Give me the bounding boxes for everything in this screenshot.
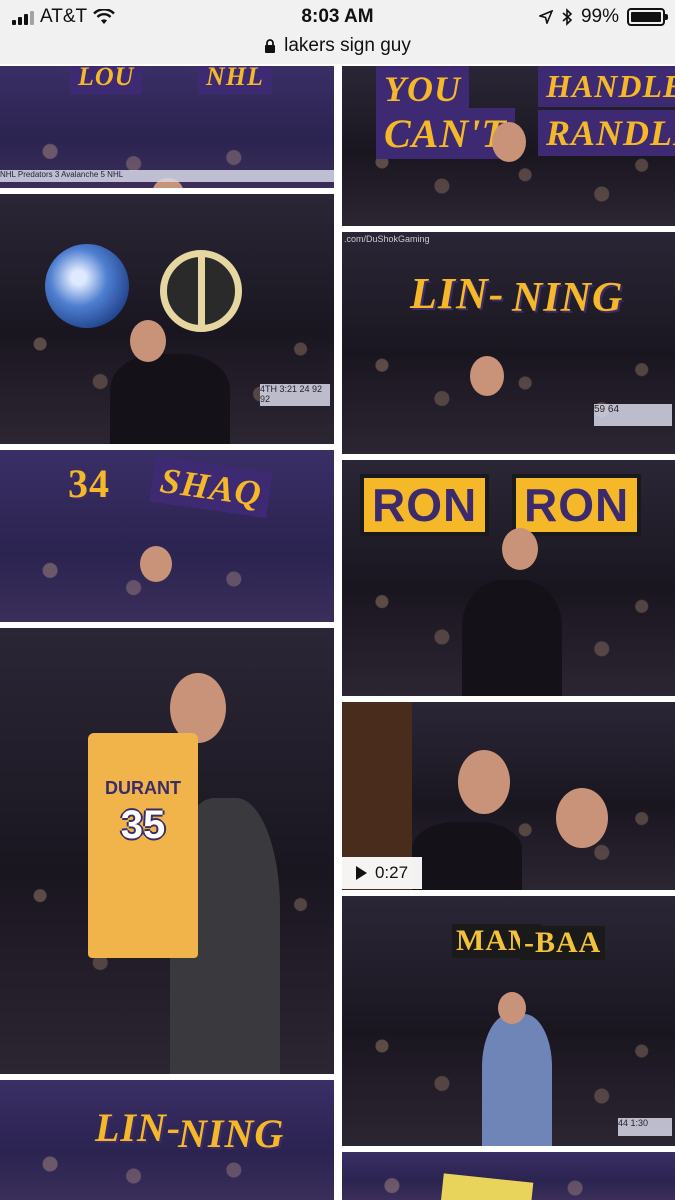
peace-sign — [160, 250, 242, 332]
search-query: lakers sign guy — [284, 35, 411, 56]
score-overlay: 4TH 3:21 24 92 92 — [260, 384, 330, 406]
watermark: .com/DuShokGaming — [344, 234, 430, 244]
result-image-11[interactable] — [342, 1152, 675, 1200]
sign-ron-left: RON — [360, 474, 490, 536]
video-duration-badge: 0:27 — [342, 857, 422, 889]
result-image-2[interactable]: YOU CAN'T HANDLE RANDLE — [342, 66, 675, 226]
battery-icon — [627, 8, 668, 26]
durant-jersey: DURANT 35 — [88, 733, 198, 958]
result-image-9[interactable]: MAM -BAA 44 1:30 — [342, 896, 675, 1146]
sign-randle: RANDLE — [538, 110, 675, 156]
bluetooth-icon — [562, 8, 573, 26]
sign-ning: NING — [178, 1111, 285, 1156]
result-image-1[interactable]: LOU NHL NHL Predators 3 Avalanche 5 NHL — [0, 66, 334, 188]
status-bar: AT&T 8:03 AM 99% — [0, 0, 675, 34]
globe-sign — [45, 244, 129, 328]
jersey-name: DURANT — [105, 778, 181, 798]
location-icon — [538, 10, 553, 24]
score-ticker: NHL Predators 3 Avalanche 5 NHL — [0, 170, 334, 182]
result-image-3[interactable]: 4TH 3:21 24 92 92 — [0, 194, 334, 444]
sign-you: YOU — [376, 66, 469, 112]
sign-lin: LIN- — [95, 1105, 182, 1150]
sign-handle: HANDLE — [538, 66, 675, 107]
sign-ron-right: RON — [512, 474, 642, 536]
result-image-7[interactable]: DURANT 35 — [0, 628, 334, 1074]
address-bar[interactable]: lakers sign guy — [0, 34, 675, 64]
score-overlay: 44 1:30 — [618, 1118, 672, 1136]
sign-ning: NING — [512, 275, 624, 321]
lock-icon — [265, 38, 276, 53]
battery-percent: 99% — [580, 6, 619, 27]
jersey-number: 35 — [120, 803, 166, 847]
result-image-10[interactable]: LIN- NING — [0, 1080, 334, 1200]
result-image-6[interactable]: RON RON — [342, 460, 675, 696]
result-image-5[interactable]: 34 SHAQ — [0, 450, 334, 622]
sign-baa: -BAA — [520, 926, 606, 960]
play-icon — [355, 866, 367, 880]
sign-lin: LIN- — [410, 269, 505, 318]
sign-nhl: NHL — [198, 66, 272, 94]
sign-lou: LOU — [70, 66, 143, 94]
video-duration: 0:27 — [374, 863, 409, 882]
score-overlay: 59 64 — [594, 404, 672, 426]
result-image-4[interactable]: .com/DuShokGaming LIN- NING 59 64 — [342, 232, 675, 454]
sign-34: 34 — [68, 461, 110, 506]
